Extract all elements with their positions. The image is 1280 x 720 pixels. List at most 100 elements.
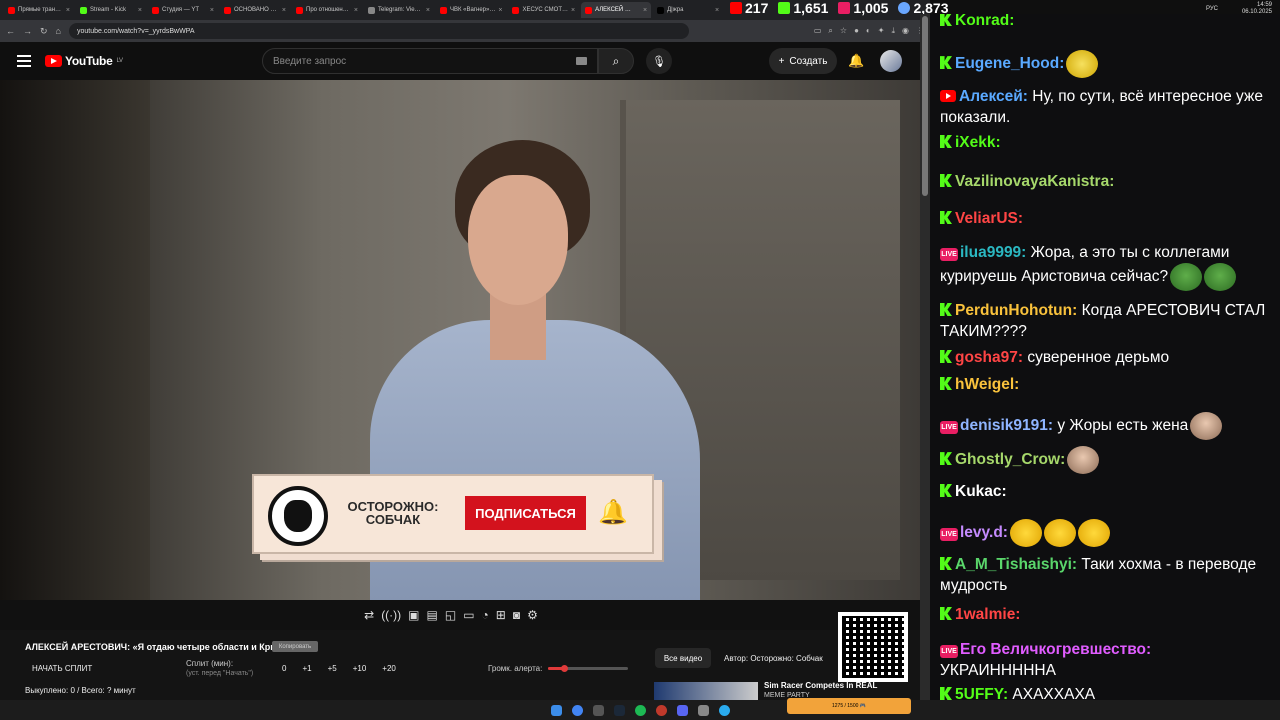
chat-username[interactable]: iXekk: <box>955 134 1001 151</box>
browser-tab[interactable]: Telegram: Vie… × <box>364 2 434 18</box>
chat-username[interactable]: Konrad: <box>955 14 1014 29</box>
mic-button[interactable]: 🎙 <box>646 48 672 74</box>
obs-icon[interactable] <box>655 704 667 716</box>
volume-knob[interactable] <box>561 665 568 672</box>
chat-username[interactable]: 1walmie: <box>955 606 1020 623</box>
scrollbar-thumb[interactable] <box>922 16 928 196</box>
browser-tab[interactable]: ЧВК «Вагнер»… × <box>436 2 506 18</box>
search-button[interactable]: ⌕ <box>598 48 634 74</box>
tab-close-icon[interactable]: × <box>138 7 142 14</box>
theater-icon[interactable]: ▭ <box>463 608 474 622</box>
chat-username[interactable]: Его Величкогревшество: <box>960 641 1151 658</box>
tab-close-icon[interactable]: × <box>571 7 575 14</box>
chat-username[interactable]: hWeigel: <box>955 376 1019 393</box>
reload-icon[interactable]: ↻ <box>40 26 48 37</box>
chat-username[interactable]: PerdunHohotun: <box>955 302 1077 319</box>
split-hint: (уст. перед "Начать") <box>186 670 254 677</box>
settings-gear-icon[interactable]: ⚙ <box>527 608 538 622</box>
windows-start-icon[interactable] <box>550 704 562 716</box>
recommended-title[interactable]: Sim Racer Competes In REAL <box>764 681 877 690</box>
youtube-logo[interactable]: YouTube LV <box>45 54 123 68</box>
chat-username[interactable]: VeliarUS: <box>955 210 1023 227</box>
tab-close-icon[interactable]: × <box>715 7 719 14</box>
chat-username[interactable]: gosha97: <box>955 349 1023 366</box>
create-button[interactable]: + Создать <box>769 48 837 74</box>
chat-username[interactable]: ilua9999: <box>960 244 1026 261</box>
clapper-icon[interactable]: ▤ <box>427 608 438 622</box>
add-icon[interactable]: ⊞ <box>496 608 506 622</box>
split-plus1-button[interactable]: +1 <box>302 664 311 673</box>
cast-icon[interactable]: ▭ <box>814 26 822 36</box>
youtube-play-icon <box>45 55 62 67</box>
browser-tab[interactable]: ХЕСУС СМОТ… × <box>508 2 579 18</box>
subscribe-button[interactable]: ПОДПИСАТЬСЯ <box>465 496 586 530</box>
url-field[interactable]: youtube.com/watch?v=_yyrdsBwWPA <box>68 23 689 39</box>
system-clock[interactable]: 14:59 06.10.2025 <box>1242 2 1272 16</box>
steam-icon[interactable] <box>613 704 625 716</box>
tab-close-icon[interactable]: × <box>643 7 647 14</box>
forward-icon[interactable]: → <box>23 26 32 36</box>
back-icon[interactable]: ← <box>6 26 15 36</box>
browser-tab[interactable]: Stream - Kick × <box>76 2 146 18</box>
speed-icon[interactable]: ◔ <box>482 608 489 622</box>
hamburger-menu-icon[interactable] <box>17 55 31 67</box>
telegram-icon[interactable] <box>718 704 730 716</box>
profile-icon[interactable]: ◉ <box>902 26 909 36</box>
extension-icon[interactable]: ● <box>854 26 859 36</box>
url-text: youtube.com/watch?v=_yyrdsBwWPA <box>76 27 195 35</box>
chat-username[interactable]: Ghostly_Crow: <box>955 451 1065 468</box>
audio-icon[interactable]: ((·)) <box>381 608 401 622</box>
recommended-thumbnail[interactable] <box>654 682 758 700</box>
browser-tab[interactable]: ОСНОВАНО … × <box>220 2 290 18</box>
chat-username[interactable]: denisik9191: <box>960 417 1053 434</box>
chat-message: LIVE levy.d: <box>940 519 1270 547</box>
app-icon[interactable] <box>697 704 709 716</box>
download-icon[interactable]: ⤓ <box>891 26 895 36</box>
notifications-bell-icon[interactable]: 🔔 <box>848 53 864 69</box>
tab-close-icon[interactable]: × <box>282 7 286 14</box>
alert-volume-slider[interactable] <box>548 665 628 672</box>
browser-tab[interactable]: Д|жра × <box>653 2 723 18</box>
resize-icon[interactable]: ◱ <box>445 608 456 622</box>
home-icon[interactable]: ⌂ <box>56 26 61 36</box>
language-indicator[interactable]: РУС <box>1206 6 1218 12</box>
chat-username[interactable]: levy.d: <box>960 524 1008 541</box>
split-plus5-button[interactable]: +5 <box>328 664 337 673</box>
browser-tab[interactable]: Про отношен… × <box>292 2 362 18</box>
chrome-icon[interactable] <box>571 704 583 716</box>
extension-icon-2[interactable]: ◐ <box>866 26 871 36</box>
all-videos-button[interactable]: Все видео <box>655 648 711 668</box>
star-icon[interactable]: ☆ <box>840 26 847 36</box>
tab-close-icon[interactable]: × <box>210 7 214 14</box>
copy-title-button[interactable]: Копировать <box>272 641 318 652</box>
chat-username[interactable]: VazilinovayaKanistra: <box>955 173 1114 190</box>
chat-username[interactable]: A_M_Tishaishyi: <box>955 556 1077 573</box>
tab-close-icon[interactable]: × <box>498 7 502 14</box>
split-plus20-button[interactable]: +20 <box>382 664 396 673</box>
tab-close-icon[interactable]: × <box>354 7 358 14</box>
watch-icon[interactable]: ▣ <box>408 608 419 622</box>
keyboard-icon[interactable] <box>576 57 587 65</box>
tab-close-icon[interactable]: × <box>426 7 430 14</box>
bell-icon[interactable]: 🔔 <box>598 498 628 527</box>
search-input[interactable]: Введите запрос <box>262 48 598 74</box>
browser-tab[interactable]: Прямые тран… × <box>4 2 74 18</box>
zoom-icon[interactable]: ⌕ <box>828 26 832 36</box>
chat-username[interactable]: Kukac: <box>955 483 1007 500</box>
scrollbar[interactable] <box>920 14 930 700</box>
chat-username[interactable]: 5UFFY: <box>955 686 1008 700</box>
settings-app-icon[interactable] <box>592 704 604 716</box>
camera-icon[interactable]: ◙ <box>513 608 520 622</box>
start-split-button[interactable]: НАЧАТЬ СПЛИТ <box>32 664 92 673</box>
discord-icon[interactable] <box>676 704 688 716</box>
avatar[interactable] <box>880 50 902 72</box>
browser-tab[interactable]: Студия — YT × <box>148 2 218 18</box>
loop-icon[interactable]: ⇄ <box>364 608 374 622</box>
tab-close-icon[interactable]: × <box>66 7 70 14</box>
chat-username[interactable]: Eugene_Hood: <box>955 55 1064 72</box>
chat-username[interactable]: Алексей: <box>959 88 1028 105</box>
browser-tab[interactable]: АЛЕКСЕЙ … × <box>581 2 652 18</box>
split-plus10-button[interactable]: +10 <box>353 664 367 673</box>
puzzle-icon[interactable]: ✦ <box>878 26 885 36</box>
spotify-icon[interactable] <box>634 704 646 716</box>
